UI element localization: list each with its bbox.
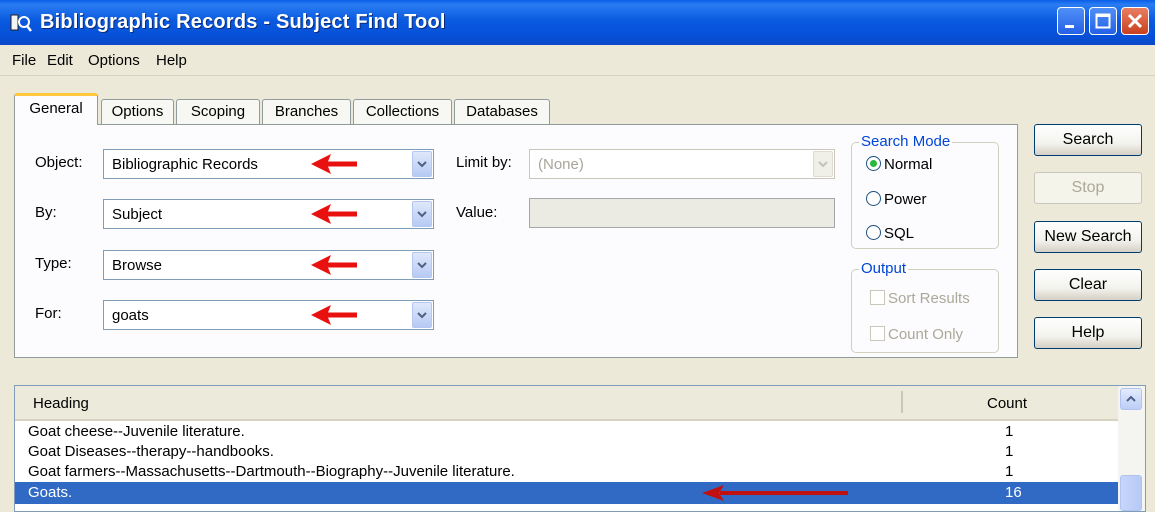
row-count: 16 xyxy=(1005,484,1022,501)
value-field[interactable] xyxy=(529,198,835,228)
row-count: 1 xyxy=(1005,423,1014,440)
checkbox-icon xyxy=(870,326,885,341)
count-only-label: Count Only xyxy=(888,326,964,343)
general-tab-panel: Object: Bibliographic Records By: Subjec… xyxy=(14,124,1018,358)
tab-scoping[interactable]: Scoping xyxy=(176,99,260,124)
menu-options[interactable]: Options xyxy=(88,52,140,69)
scroll-thumb[interactable] xyxy=(1120,475,1142,511)
clear-button[interactable]: Clear xyxy=(1034,269,1142,301)
close-button[interactable] xyxy=(1121,7,1149,35)
sort-results-label: Sort Results xyxy=(888,290,970,307)
row-heading: Goat farmers--Massachusetts--Dartmouth--… xyxy=(28,463,515,480)
object-dropdown-button[interactable] xyxy=(412,151,432,177)
value-label: Value: xyxy=(456,204,498,221)
annotation-arrow-icon xyxy=(311,154,357,174)
row-count: 1 xyxy=(1005,443,1014,460)
radio-power[interactable]: Power xyxy=(866,191,927,208)
annotation-arrow-icon xyxy=(311,255,357,275)
column-count[interactable]: Count xyxy=(987,395,1027,412)
tab-collections[interactable]: Collections xyxy=(353,99,452,124)
tab-databases[interactable]: Databases xyxy=(454,99,550,124)
table-row[interactable]: Goat Diseases--therapy--handbooks. 1 xyxy=(15,442,1118,461)
row-heading: Goat cheese--Juvenile literature. xyxy=(28,423,245,440)
radio-power-label: Power xyxy=(884,191,927,208)
for-dropdown-button[interactable] xyxy=(412,302,432,328)
chevron-down-icon xyxy=(417,161,427,168)
type-combobox[interactable]: Browse xyxy=(103,250,434,280)
title-bar: Bibliographic Records - Subject Find Too… xyxy=(0,0,1155,45)
column-heading[interactable]: Heading xyxy=(33,395,89,412)
type-label: Type: xyxy=(35,255,72,272)
radio-normal[interactable]: Normal xyxy=(866,156,932,173)
radio-sql[interactable]: SQL xyxy=(866,225,914,242)
vertical-scrollbar[interactable] xyxy=(1118,386,1145,511)
output-title: Output xyxy=(859,260,909,277)
table-row[interactable]: Goat farmers--Massachusetts--Dartmouth--… xyxy=(15,462,1118,481)
tab-branches[interactable]: Branches xyxy=(262,99,351,124)
search-mode-title: Search Mode xyxy=(859,133,953,150)
chevron-down-icon xyxy=(417,312,427,319)
menu-file[interactable]: File xyxy=(12,52,36,69)
type-value: Browse xyxy=(112,257,163,274)
list-header: Heading Count xyxy=(15,386,1118,421)
limit-by-combobox[interactable]: (None) xyxy=(529,149,835,179)
radio-selected-icon xyxy=(866,156,881,171)
limit-by-dropdown-button[interactable] xyxy=(813,151,833,177)
chevron-down-icon xyxy=(417,262,427,269)
type-dropdown-button[interactable] xyxy=(412,252,432,278)
table-row[interactable]: Goat cheese--Juvenile literature. 1 xyxy=(15,422,1118,441)
chevron-down-icon xyxy=(818,161,828,168)
maximize-icon xyxy=(1095,13,1111,29)
minimize-button[interactable] xyxy=(1057,7,1085,35)
radio-sql-label: SQL xyxy=(884,225,915,242)
help-button[interactable]: Help xyxy=(1034,317,1142,349)
annotation-arrow-icon xyxy=(702,485,848,501)
annotation-arrow-icon xyxy=(311,305,357,325)
by-label: By: xyxy=(35,204,57,221)
chevron-down-icon xyxy=(417,211,427,218)
search-mode-group: Search Mode Normal Power SQL xyxy=(851,133,999,249)
by-dropdown-button[interactable] xyxy=(412,201,432,227)
menu-help[interactable]: Help xyxy=(156,52,187,69)
sort-results-checkbox[interactable]: Sort Results xyxy=(870,290,970,307)
tab-general[interactable]: General xyxy=(14,93,98,125)
object-combobox[interactable]: Bibliographic Records xyxy=(103,149,434,179)
scroll-up-button[interactable] xyxy=(1120,388,1142,410)
table-row-selected[interactable]: Goats. 16 xyxy=(15,482,1118,504)
for-value: goats xyxy=(112,307,149,324)
count-only-checkbox[interactable]: Count Only xyxy=(870,326,963,343)
minimize-icon xyxy=(1065,25,1074,28)
row-heading: Goats. xyxy=(28,484,73,501)
search-button[interactable]: Search xyxy=(1034,124,1142,156)
by-combobox[interactable]: Subject xyxy=(103,199,434,229)
window-title: Bibliographic Records - Subject Find Too… xyxy=(40,11,446,33)
by-value: Subject xyxy=(112,206,163,223)
for-combobox[interactable]: goats xyxy=(103,300,434,330)
row-count: 1 xyxy=(1005,463,1014,480)
row-heading: Goat Diseases--therapy--handbooks. xyxy=(28,443,274,460)
checkbox-icon xyxy=(870,290,885,305)
close-icon xyxy=(1127,13,1143,29)
menu-edit[interactable]: Edit xyxy=(47,52,73,69)
object-value: Bibliographic Records xyxy=(112,156,258,173)
new-search-button[interactable]: New Search xyxy=(1034,221,1142,253)
object-label: Object: xyxy=(35,154,83,171)
radio-icon xyxy=(866,191,881,206)
chevron-up-icon xyxy=(1126,395,1136,402)
annotation-arrow-icon xyxy=(311,204,357,224)
limit-by-value: (None) xyxy=(538,156,584,173)
menu-bar: File Edit Options Help xyxy=(0,45,1155,76)
limit-by-label: Limit by: xyxy=(456,154,512,171)
radio-icon xyxy=(866,225,881,240)
column-divider[interactable] xyxy=(901,391,903,413)
stop-button[interactable]: Stop xyxy=(1034,172,1142,204)
app-icon xyxy=(10,14,32,32)
tab-options[interactable]: Options xyxy=(101,99,174,124)
output-group: Output Sort Results Count Only xyxy=(851,260,999,353)
radio-normal-label: Normal xyxy=(884,156,933,173)
for-label: For: xyxy=(35,305,62,322)
maximize-button[interactable] xyxy=(1089,7,1117,35)
results-list[interactable]: Heading Count Goat cheese--Juvenile lite… xyxy=(14,385,1146,512)
